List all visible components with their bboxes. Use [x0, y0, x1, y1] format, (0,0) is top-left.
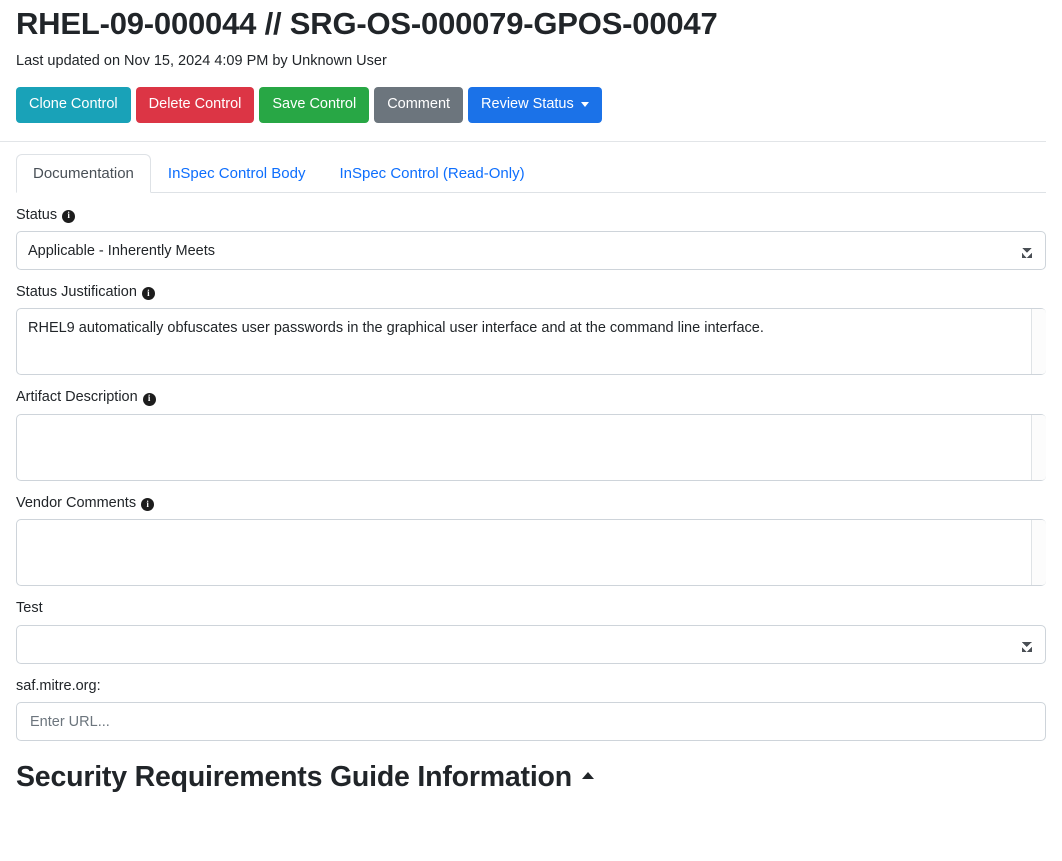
last-updated-text: Last updated on Nov 15, 2024 4:09 PM by … — [16, 53, 1046, 70]
status-justification-wrapper: RHEL9 automatically obfuscates user pass… — [16, 308, 1062, 375]
page-title: RHEL-09-000044 // SRG-OS-000079-GPOS-000… — [16, 0, 1046, 42]
comment-button[interactable]: Comment — [374, 87, 463, 123]
save-control-label: Save Control — [272, 96, 356, 113]
status-justification-field: Status Justification i RHEL9 automatical… — [16, 284, 1046, 375]
artifact-description-scrollbar[interactable] — [1031, 415, 1046, 480]
vendor-comments-scrollbar[interactable] — [1031, 520, 1046, 585]
tab-documentation[interactable]: Documentation — [16, 154, 151, 193]
tab-inspec-control-read-only[interactable]: InSpec Control (Read-Only) — [322, 154, 541, 193]
test-label: Test — [16, 600, 43, 617]
vendor-comments-textarea[interactable] — [16, 519, 1046, 586]
artifact-description-label: Artifact Description — [16, 389, 138, 406]
status-justification-label: Status Justification — [16, 284, 137, 301]
status-select[interactable]: Applicable - Inherently Meets — [16, 231, 1046, 270]
saf-url-label-row: saf.mitre.org: — [16, 678, 1046, 695]
status-justification-textarea[interactable]: RHEL9 automatically obfuscates user pass… — [16, 308, 1046, 375]
srg-information-title: Security Requirements Guide Information — [16, 761, 572, 794]
clone-control-button[interactable]: Clone Control — [16, 87, 131, 123]
info-icon[interactable]: i — [142, 287, 155, 300]
review-status-dropdown-button[interactable]: Review Status — [468, 87, 602, 123]
status-label-row: Status i — [16, 207, 1046, 224]
test-label-row: Test — [16, 600, 1046, 617]
control-documentation-page: RHEL-09-000044 // SRG-OS-000079-GPOS-000… — [0, 0, 1062, 861]
saf-url-field: saf.mitre.org: — [16, 678, 1046, 741]
artifact-description-wrapper — [16, 414, 1062, 481]
info-icon[interactable]: i — [62, 210, 75, 223]
control-tabs: Documentation InSpec Control Body InSpec… — [16, 152, 1046, 193]
test-select[interactable] — [16, 625, 1046, 664]
delete-control-label: Delete Control — [149, 96, 242, 113]
clone-control-label: Clone Control — [29, 96, 118, 113]
toolbar-divider — [0, 141, 1046, 142]
chevron-up-icon[interactable] — [582, 772, 594, 779]
artifact-description-textarea[interactable] — [16, 414, 1046, 481]
artifact-description-label-row: Artifact Description i — [16, 389, 1046, 406]
vendor-comments-label: Vendor Comments — [16, 495, 136, 512]
status-justification-label-row: Status Justification i — [16, 284, 1046, 301]
status-field: Status i Applicable - Inherently Meets — [16, 207, 1046, 270]
chevron-down-icon — [581, 102, 589, 107]
info-icon[interactable]: i — [141, 498, 154, 511]
vendor-comments-label-row: Vendor Comments i — [16, 495, 1046, 512]
srg-information-section-header[interactable]: Security Requirements Guide Information — [16, 761, 1046, 794]
control-action-toolbar: Clone Control Delete Control Save Contro… — [16, 87, 1046, 123]
artifact-description-field: Artifact Description i — [16, 389, 1046, 480]
saf-url-input[interactable] — [16, 702, 1046, 741]
save-control-button[interactable]: Save Control — [259, 87, 369, 123]
status-justification-scrollbar[interactable] — [1031, 309, 1046, 374]
saf-url-label: saf.mitre.org: — [16, 678, 101, 695]
vendor-comments-wrapper — [16, 519, 1062, 586]
test-field: Test — [16, 600, 1046, 663]
info-icon[interactable]: i — [143, 393, 156, 406]
review-status-label: Review Status — [481, 96, 574, 113]
comment-label: Comment — [387, 96, 450, 113]
tab-inspec-control-body[interactable]: InSpec Control Body — [151, 154, 323, 193]
delete-control-button[interactable]: Delete Control — [136, 87, 255, 123]
status-label: Status — [16, 207, 57, 224]
vendor-comments-field: Vendor Comments i — [16, 495, 1046, 586]
